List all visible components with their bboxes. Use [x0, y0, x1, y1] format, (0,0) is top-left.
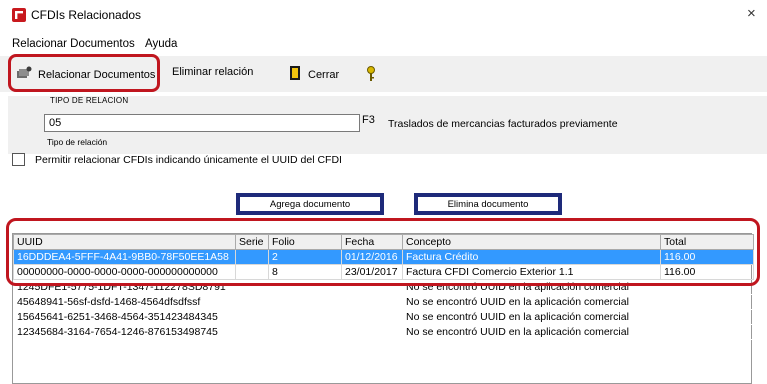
- table-highlight: [6, 218, 760, 286]
- tipo-relacion-input[interactable]: 05: [44, 114, 360, 132]
- agrega-documento-button[interactable]: Agrega documento: [236, 193, 384, 215]
- elimina-documento-button[interactable]: Elimina documento: [414, 193, 562, 215]
- cell-serie: [235, 294, 269, 310]
- close-icon[interactable]: ×: [747, 5, 756, 22]
- tipo-relacion-caption: TIPO DE RELACION: [50, 96, 129, 105]
- exit-door-icon: [290, 66, 302, 83]
- menu-relacionar-documentos[interactable]: Relacionar Documentos: [12, 38, 135, 50]
- window-title: CFDIs Relacionados: [31, 8, 142, 22]
- agrega-documento-label: Agrega documento: [269, 198, 351, 210]
- menu-ayuda[interactable]: Ayuda: [145, 38, 177, 50]
- relacionar-documentos-label: Relacionar Documentos: [38, 68, 156, 81]
- cell-fecha: [341, 324, 403, 340]
- cell-uuid: 15645641-6251-3468-4564-351423484345: [13, 309, 236, 325]
- cerrar-label: Cerrar: [308, 68, 340, 81]
- cerrar-button[interactable]: Cerrar: [290, 66, 339, 83]
- help-key-icon: [366, 66, 376, 85]
- cell-fecha: [341, 294, 403, 310]
- tipo-relacion-label: Tipo de relación: [47, 137, 108, 147]
- table-row[interactable]: 15645641-6251-3468-4564-351423484345 No …: [13, 309, 754, 325]
- cell-total: [660, 309, 754, 325]
- cell-folio: [268, 294, 342, 310]
- relacionar-documentos-button[interactable]: Relacionar Documentos: [16, 66, 155, 83]
- help-button[interactable]: [366, 66, 376, 85]
- cell-concepto: No se encontró UUID en la aplicación com…: [402, 324, 661, 340]
- eliminar-relacion-button[interactable]: Eliminar relación: [172, 66, 253, 78]
- app-logo-icon: [12, 8, 26, 22]
- cell-concepto: No se encontró UUID en la aplicación com…: [402, 294, 661, 310]
- permitir-uuid-label: Permitir relacionar CFDIs indicando únic…: [35, 153, 342, 166]
- f3-lookup-button[interactable]: F3: [362, 114, 375, 126]
- table-row[interactable]: 12345684-3164-7654-1246-876153498745 No …: [13, 324, 754, 340]
- permitir-uuid-checkbox[interactable]: [12, 153, 25, 166]
- cell-concepto: No se encontró UUID en la aplicación com…: [402, 309, 661, 325]
- cell-serie: [235, 309, 269, 325]
- cell-serie: [235, 324, 269, 340]
- permitir-uuid-option[interactable]: Permitir relacionar CFDIs indicando únic…: [12, 153, 342, 166]
- table-row[interactable]: 45648941-56sf-dsfd-1468-4564dfsdfssf No …: [13, 294, 754, 310]
- cell-total: [660, 324, 754, 340]
- elimina-documento-label: Elimina documento: [447, 198, 529, 210]
- cell-folio: [268, 324, 342, 340]
- eliminar-relacion-label: Eliminar relación: [172, 66, 254, 78]
- cell-fecha: [341, 309, 403, 325]
- cell-total: [660, 294, 754, 310]
- cell-uuid: 45648941-56sf-dsfd-1468-4564dfsdfssf: [13, 294, 236, 310]
- link-documents-icon: [16, 66, 32, 83]
- tipo-relacion-description: Traslados de mercancias facturados previ…: [388, 118, 618, 130]
- cell-uuid: 12345684-3164-7654-1246-876153498745: [13, 324, 236, 340]
- cell-folio: [268, 309, 342, 325]
